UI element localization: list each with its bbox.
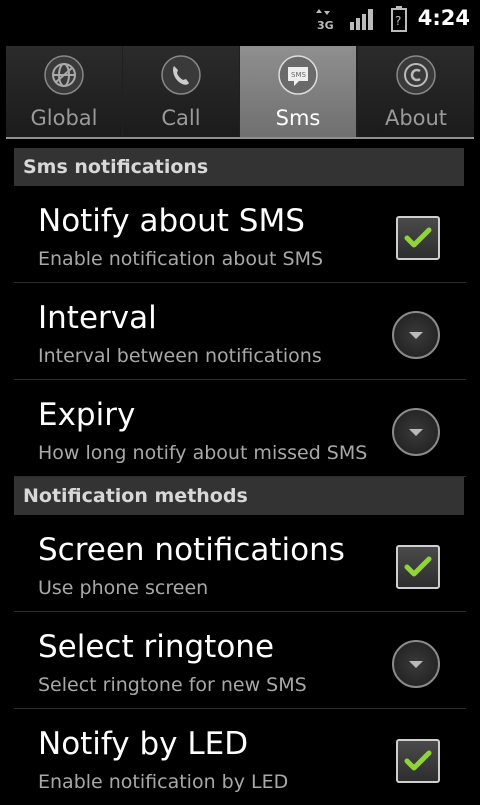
pref-title: Expiry [38, 397, 136, 433]
pref-summary: Select ringtone for new SMS [38, 674, 307, 696]
pref-title: Interval [38, 300, 157, 336]
section-header-sms-notifications: Sms notifications [14, 148, 464, 186]
phone-icon [161, 55, 201, 95]
pref-title: Notify about SMS [38, 203, 305, 239]
tab-about[interactable]: About [358, 46, 474, 139]
pref-select-ringtone[interactable]: Select ringtone Select ringtone for new … [14, 612, 466, 709]
chevron-down-icon [409, 429, 423, 436]
notify-sms-checkbox[interactable] [396, 216, 440, 260]
pref-summary: Interval between notifications [38, 345, 322, 367]
tab-global[interactable]: Global [6, 46, 122, 139]
signal-bars-icon [350, 9, 373, 30]
pref-summary: Use phone screen [38, 577, 209, 599]
pref-title: Screen notifications [38, 532, 345, 568]
checkmark-icon [404, 227, 432, 248]
3g-data-icon: 3G [316, 9, 334, 31]
pref-notify-about-sms[interactable]: Notify about SMS Enable notification abo… [14, 186, 466, 283]
copyright-icon [396, 55, 436, 95]
tab-divider [6, 137, 474, 139]
checkmark-icon [404, 556, 432, 577]
svg-text:3G: 3G [317, 19, 334, 31]
checkmark-icon [404, 750, 432, 771]
ringtone-dropdown[interactable] [392, 640, 440, 688]
pref-notify-by-led[interactable]: Notify by LED Enable notification by LED [14, 709, 466, 805]
tab-bar: Global Call SMS Sms About [6, 46, 474, 139]
chevron-down-icon [409, 332, 423, 339]
screen-notifications-checkbox[interactable] [396, 545, 440, 589]
globe-icon [44, 55, 84, 95]
notify-led-checkbox[interactable] [396, 739, 440, 783]
pref-summary: Enable notification about SMS [38, 248, 324, 270]
status-bar: 3G ? 4:24 [0, 0, 480, 38]
section-header-notification-methods: Notification methods [14, 477, 464, 515]
clock: 4:24 [417, 6, 470, 30]
pref-summary: Enable notification by LED [38, 771, 289, 793]
chevron-down-icon [409, 661, 423, 668]
preference-list: Sms notifications Notify about SMS Enabl… [0, 148, 480, 805]
tab-label: Call [161, 106, 201, 130]
sms-icon: SMS [278, 55, 318, 95]
expiry-dropdown[interactable] [392, 408, 440, 456]
svg-text:SMS: SMS [291, 71, 306, 79]
tab-call[interactable]: Call [123, 46, 239, 139]
pref-title: Select ringtone [38, 629, 275, 665]
pref-summary: How long notify about missed SMS [38, 442, 368, 464]
tab-sms[interactable]: SMS Sms [240, 46, 356, 139]
svg-text:?: ? [395, 14, 401, 28]
pref-expiry[interactable]: Expiry How long notify about missed SMS [14, 380, 466, 477]
pref-interval[interactable]: Interval Interval between notifications [14, 283, 466, 380]
pref-screen-notifications[interactable]: Screen notifications Use phone screen [14, 515, 466, 612]
battery-unknown-icon: ? [391, 6, 407, 32]
tab-label: Sms [275, 106, 321, 130]
tab-label: Global [30, 106, 98, 130]
interval-dropdown[interactable] [392, 311, 440, 359]
pref-title: Notify by LED [38, 726, 249, 762]
tab-label: About [384, 106, 448, 130]
